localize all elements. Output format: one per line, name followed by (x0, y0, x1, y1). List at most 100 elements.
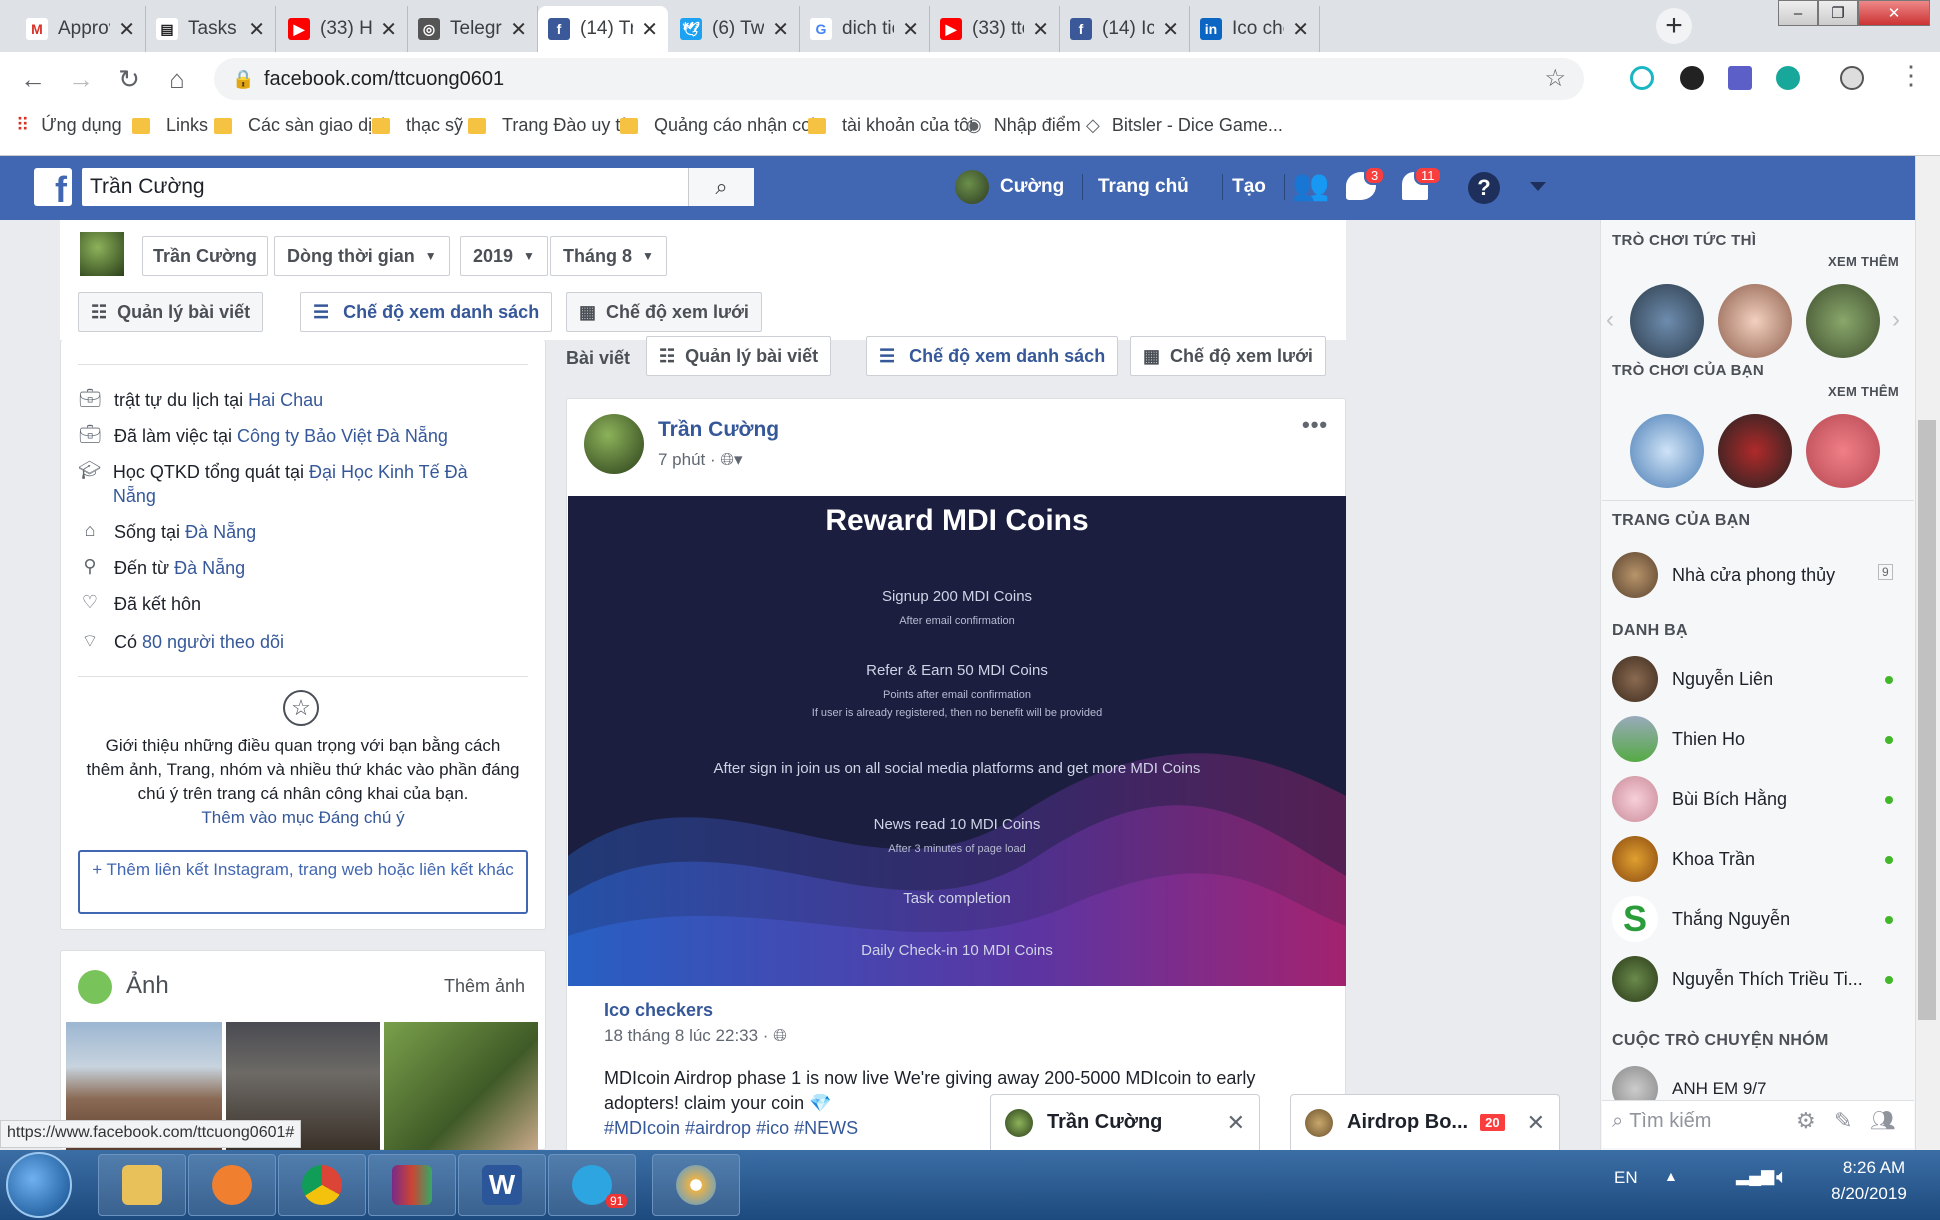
restore-button[interactable]: ❐ (1818, 0, 1858, 26)
avatar[interactable] (584, 414, 644, 474)
posts-tab[interactable]: Bài viết (566, 348, 630, 369)
browser-tab[interactable]: ◎ Telegran ✕ (408, 6, 538, 52)
game-icon[interactable] (1718, 284, 1792, 358)
facebook-logo-icon[interactable]: f (34, 168, 72, 206)
contact-item[interactable]: Nguyễn Thích Triều Ti... (1612, 956, 1863, 1002)
post-author[interactable]: Trần Cường (658, 418, 779, 442)
see-more-link[interactable]: XEM THÊM (1828, 384, 1899, 399)
close-icon[interactable]: ✕ (641, 17, 658, 42)
list-view-button[interactable]: ☰ Chế độ xem danh sách (300, 292, 553, 332)
photo-thumbnail[interactable] (384, 1022, 538, 1150)
minimize-button[interactable]: – (1778, 0, 1818, 26)
word-icon[interactable]: W (458, 1154, 546, 1216)
contact-item[interactable]: Khoa Trần (1612, 836, 1755, 882)
home-link[interactable]: Trang chủ (1098, 176, 1189, 198)
bookmark-item[interactable]: thạc sỹ (372, 115, 463, 136)
month-dropdown[interactable]: Tháng 8 ▼ (550, 236, 667, 276)
see-more-link[interactable]: XEM THÊM (1828, 254, 1899, 269)
avatar[interactable] (78, 230, 126, 278)
grid-view-button[interactable]: ▦ Chế độ xem lưới (1130, 336, 1326, 376)
search-button[interactable]: ⌕ (688, 168, 754, 206)
new-message-icon[interactable]: ✎ (1834, 1108, 1852, 1134)
post-options-icon[interactable]: ••• (1302, 412, 1328, 438)
close-icon[interactable]: ✕ (1292, 17, 1309, 42)
back-icon[interactable]: ← (16, 62, 50, 96)
menu-dots-icon[interactable]: ⋮ (1898, 60, 1924, 91)
show-hidden-icons[interactable]: ▲ (1664, 1168, 1678, 1184)
bookmark-item[interactable]: ⠿ Ứng dụng (16, 115, 122, 136)
browser-tab[interactable]: 🕊︎ (6) Twee ✕ (670, 6, 800, 52)
browser-tab[interactable]: ▶ (33) Huc ✕ (278, 6, 408, 52)
extension-icon[interactable] (1630, 66, 1654, 90)
bookmark-item[interactable]: Links (132, 115, 208, 136)
close-icon[interactable]: ✕ (248, 17, 265, 42)
reload-icon[interactable]: ↻ (112, 62, 146, 96)
list-view-button[interactable]: ☰ Chế độ xem danh sách (866, 336, 1119, 376)
close-icon[interactable]: ✕ (510, 17, 527, 42)
game-icon[interactable] (1630, 414, 1704, 488)
bookmark-item[interactable]: ◉ Nhập điểm (966, 115, 1081, 136)
avatar[interactable] (955, 170, 989, 204)
extension-icon[interactable] (1680, 66, 1704, 90)
browser-tab[interactable]: f (14) Ico ✕ (1060, 6, 1190, 52)
home-icon[interactable]: ⌂ (160, 62, 194, 96)
browser-tab[interactable]: ▤ Tasks ✕ (146, 6, 276, 52)
contact-item[interactable]: Thien Ho (1612, 716, 1745, 762)
input-language[interactable]: EN (1614, 1168, 1638, 1188)
browser-tab[interactable]: f (14) Trầ ✕ (538, 6, 668, 52)
help-icon[interactable]: ? (1468, 172, 1500, 204)
address-input[interactable]: 🔒 facebook.com/ttcuong0601 ☆ (214, 58, 1584, 100)
forward-icon[interactable]: → (64, 62, 98, 96)
shared-time[interactable]: 18 tháng 8 lúc 22:33 · 🌐︎ (604, 1026, 787, 1046)
network-icon[interactable]: ▂▄▆ (1736, 1166, 1774, 1186)
bookmark-item[interactable]: ◇ Bitsler - Dice Game... (1086, 115, 1283, 136)
file-explorer-icon[interactable] (98, 1154, 186, 1216)
user-link[interactable]: Cường (1000, 176, 1064, 198)
bookmark-item[interactable]: Trang Đào uy tín (468, 115, 635, 136)
extension-icon[interactable] (1776, 66, 1800, 90)
post-time[interactable]: 7 phút · 🌐︎▾ (658, 450, 743, 470)
bookmark-item[interactable]: tài khoản của tôi (808, 115, 973, 136)
close-icon[interactable]: ✕ (902, 17, 919, 42)
contact-item[interactable]: Bùi Bích Hằng (1612, 776, 1787, 822)
media-player-icon[interactable] (188, 1154, 276, 1216)
post-image[interactable]: Reward MDI Coins Signup 200 MDI Coins Aft… (568, 496, 1346, 986)
browser-tab[interactable]: M Approve ✕ (16, 6, 146, 52)
close-icon[interactable]: ✕ (1527, 1110, 1545, 1136)
new-group-icon[interactable]: 👥︎ (1870, 1108, 1895, 1133)
chat-tab[interactable]: Airdrop Bo... 20 ✕ (1290, 1094, 1560, 1150)
close-icon[interactable]: ✕ (1227, 1110, 1245, 1136)
contact-item[interactable]: Nguyễn Liên (1612, 656, 1773, 702)
add-featured-link[interactable]: Thêm vào mục Đáng chú ý (86, 808, 520, 828)
sidebar-search-input[interactable]: ⌕ Tìm kiếm (1612, 1110, 1711, 1133)
contact-item[interactable]: S Thắng Nguyễn (1612, 896, 1790, 942)
close-icon[interactable]: ✕ (1162, 17, 1179, 42)
winrar-icon[interactable] (368, 1154, 456, 1216)
bookmark-item[interactable]: Các sàn giao dịch (214, 115, 391, 136)
star-icon[interactable]: ☆ (1544, 58, 1566, 100)
chrome-icon[interactable] (278, 1154, 366, 1216)
add-instagram-links-button[interactable]: + Thêm liên kết Instagram, trang web hoặ… (78, 850, 528, 914)
volume-icon[interactable]: 🔈︎ (1776, 1166, 1788, 1189)
grid-view-button[interactable]: ▦ Chế độ xem lưới (566, 292, 762, 332)
game-icon[interactable] (1630, 284, 1704, 358)
shared-from-page[interactable]: Ico checkers (604, 1000, 713, 1021)
extension-icon[interactable] (1840, 66, 1864, 90)
manage-posts-button[interactable]: ☷ Quản lý bài viết (646, 336, 832, 376)
game-icon[interactable] (1806, 284, 1880, 358)
page-item[interactable]: Nhà cửa phong thủy (1612, 552, 1835, 598)
intro-link[interactable]: Công ty Bảo Việt Đà Nẵng (237, 426, 448, 446)
bookmark-item[interactable]: Quảng cáo nhận coin (620, 115, 825, 136)
add-photos-link[interactable]: Thêm ảnh (444, 976, 525, 997)
manage-posts-button[interactable]: ☷ Quản lý bài viết (78, 292, 264, 332)
friend-requests-icon[interactable]: 👥 (1292, 168, 1329, 203)
facebook-search-input[interactable]: Trần Cường (82, 168, 754, 206)
intro-link[interactable]: Đà Nẵng (185, 522, 256, 542)
chevron-right-icon[interactable]: › (1892, 306, 1900, 334)
game-icon[interactable] (1806, 414, 1880, 488)
post-hashtags[interactable]: #MDIcoin #airdrop #ico #NEWS (604, 1118, 858, 1139)
settings-gear-icon[interactable]: ⚙ (1796, 1108, 1816, 1134)
close-icon[interactable]: ✕ (1032, 17, 1049, 42)
browser-tab[interactable]: Gdich tien ✕ (800, 6, 930, 52)
chevron-left-icon[interactable]: ‹ (1606, 306, 1614, 334)
